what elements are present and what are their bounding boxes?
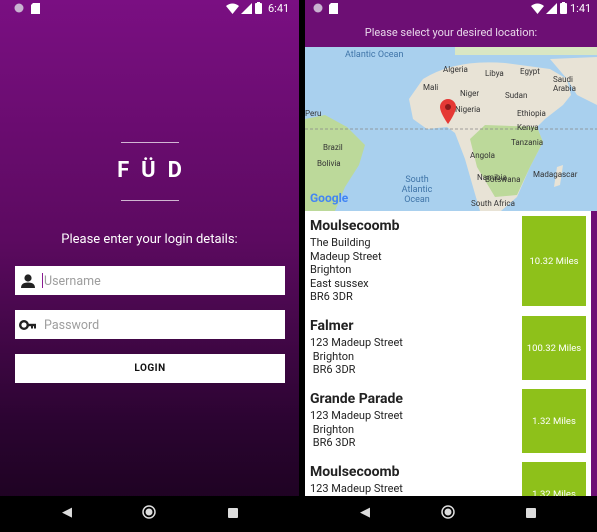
sd-card-icon <box>31 3 40 17</box>
person-icon <box>19 272 37 290</box>
password-input[interactable] <box>42 313 282 337</box>
wifi-icon <box>226 3 239 17</box>
location-name: Moulsecoomb <box>310 218 400 234</box>
distance-badge: 1.32 Miles <box>522 389 586 453</box>
distance-badge: 100.32 Miles <box>522 316 586 380</box>
google-logo: Google <box>310 191 348 205</box>
map-pin-icon[interactable] <box>440 99 456 129</box>
map-label: Kenya <box>517 123 539 132</box>
login-screen: 6:41 FÜD Please enter your login details… <box>0 0 299 532</box>
recents-icon[interactable] <box>228 507 238 522</box>
map-label: Botswana <box>485 175 521 184</box>
login-button[interactable]: LOGIN <box>15 354 285 383</box>
map-label: Nigeria <box>455 105 481 114</box>
location-list[interactable]: Moulsecoomb The Building Madeup Street B… <box>305 211 591 496</box>
map-label: Ethiopia <box>517 109 546 118</box>
location-name: Falmer <box>310 318 354 334</box>
map-ocean-label: South Atlantic Ocean <box>401 175 433 205</box>
location-address: The Building Madeup Street Brighton East… <box>310 236 382 304</box>
distance-badge: 1.32 Miles <box>522 462 586 496</box>
back-icon[interactable]: ◀ <box>62 505 72 520</box>
login-prompt: Please enter your login details: <box>61 232 238 247</box>
location-address: 123 Madeup Street Brighton BR6 3DR <box>310 409 403 450</box>
status-bar: 6:41 <box>0 0 299 18</box>
key-icon <box>19 316 37 334</box>
location-address: 123 Madeup Street <box>310 482 403 495</box>
back-icon[interactable]: ◀ <box>360 505 370 520</box>
map-label: Niger <box>460 89 480 98</box>
map-label: South Africa <box>471 199 515 208</box>
map-label: Madagascar <box>533 170 578 179</box>
map-label: Sudan <box>505 91 528 100</box>
list-item[interactable]: Moulsecoomb The Building Madeup Street B… <box>305 216 591 318</box>
sd-card-icon <box>329 3 338 17</box>
location-map[interactable]: Atlantic Ocean South Atlantic Ocean Alge… <box>305 47 597 211</box>
location-name: Moulsecoomb <box>310 464 400 480</box>
map-label: Algeria <box>443 65 468 74</box>
recents-icon[interactable] <box>526 507 536 522</box>
nav-bar: ◀ <box>305 496 597 532</box>
map-ocean-label: Atlantic Ocean <box>345 50 404 60</box>
notification-dot-icon <box>313 3 323 16</box>
map-label: Brazil <box>323 143 343 152</box>
list-item[interactable]: Grande Parade 123 Madeup Street Brighton… <box>305 389 591 461</box>
nav-bar: ◀ <box>0 496 299 532</box>
map-label: Saudi Arabia <box>553 75 576 93</box>
battery-icon <box>560 2 567 17</box>
list-scrollbar[interactable] <box>591 211 597 496</box>
map-label: Bolivia <box>317 159 341 168</box>
map-label: Peru <box>305 109 322 118</box>
signal-icon <box>241 3 252 17</box>
battery-icon <box>255 2 262 17</box>
wifi-icon <box>531 3 544 17</box>
map-label: Libya <box>485 69 504 78</box>
signal-icon <box>546 3 557 17</box>
location-address: 123 Madeup Street Brighton BR6 3DR <box>310 336 403 377</box>
home-icon[interactable] <box>441 505 455 523</box>
status-time: 6:41 <box>268 2 290 15</box>
app-logo: FÜD <box>117 158 194 183</box>
distance-badge: 10.32 Miles <box>522 216 586 306</box>
password-field[interactable] <box>15 310 285 339</box>
logo-divider-top <box>121 142 179 143</box>
map-label: Egypt <box>520 67 540 76</box>
map-label: Mali <box>423 83 439 92</box>
list-item[interactable]: Falmer 123 Madeup Street Brighton BR6 3D… <box>305 316 591 388</box>
home-icon[interactable] <box>142 505 156 523</box>
list-item[interactable]: Moulsecoomb 123 Madeup Street 1.32 Miles <box>305 462 591 496</box>
map-label: Tanzania <box>511 138 544 147</box>
google-logo-text: Google <box>310 191 349 205</box>
location-screen: 1:41 Please select your desired location… <box>305 0 597 532</box>
status-time: 1:41 <box>570 2 592 15</box>
location-name: Grande Parade <box>310 391 403 407</box>
status-bar: 1:41 <box>305 0 597 18</box>
username-field[interactable] <box>15 266 285 295</box>
username-input[interactable] <box>42 269 282 293</box>
map-label: Angola <box>470 151 495 160</box>
logo-divider-bottom <box>121 200 179 201</box>
page-title: Please select your desired location: <box>364 26 538 39</box>
notification-dot-icon <box>14 3 24 16</box>
